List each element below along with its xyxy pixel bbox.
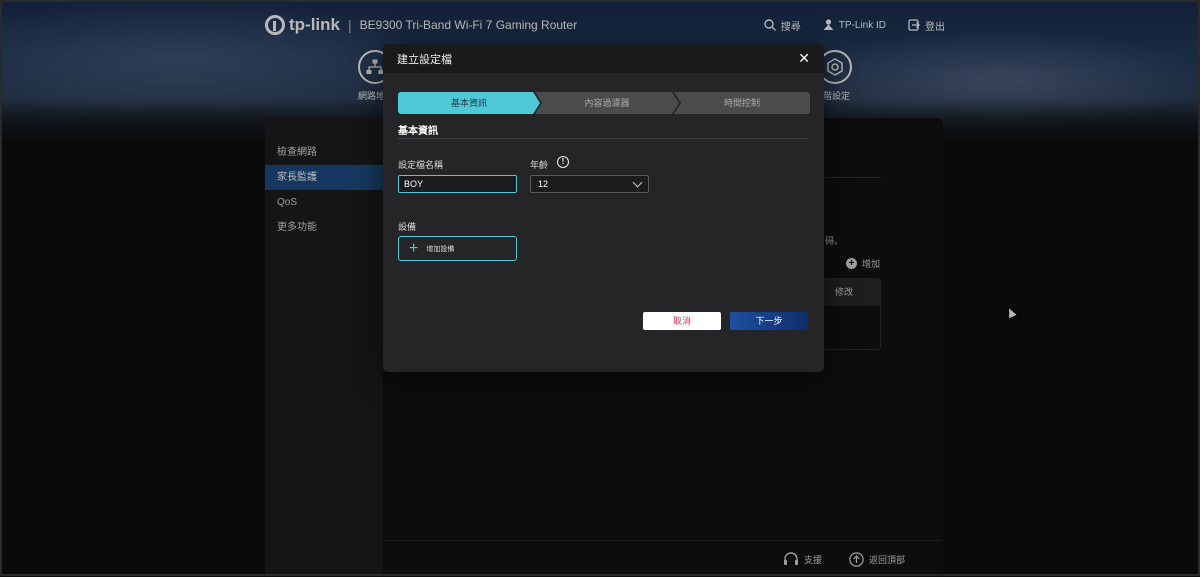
close-icon[interactable]: ✕ [798,50,810,67]
dialog-header: 建立設定檔 ✕ [383,44,824,73]
plus-icon: + [409,239,419,257]
next-button[interactable]: 下一步 [730,312,808,330]
dialog-title: 建立設定檔 [397,53,452,66]
info-icon[interactable]: ! [557,156,569,168]
profile-name-input[interactable]: BOY [398,175,517,193]
age-label: 年齡 [530,160,549,170]
section-divider [398,138,809,139]
add-device-label: 增加設備 [426,245,455,253]
section-title: 基本資訊 [398,126,438,137]
cancel-button[interactable]: 取消 [643,312,721,330]
step-indicator: 基本資訊 內容過濾器 時間控制 [398,92,810,114]
device-label: 設備 [398,222,417,232]
age-select-value: 12 [538,179,549,189]
age-select[interactable]: 12 [530,175,649,193]
add-device-button[interactable]: + 增加設備 [398,236,517,261]
chevron-down-icon [632,177,643,187]
step-basic-info: 基本資訊 [398,92,540,114]
profile-name-label: 設定檔名稱 [398,160,444,170]
create-profile-dialog: 建立設定檔 ✕ 基本資訊 內容過濾器 時間控制 基本資訊 設定檔名稱 BOY 年… [383,44,824,372]
step-content-filter: 內容過濾器 [535,92,679,114]
step-time-control: 時間控制 [674,92,810,114]
